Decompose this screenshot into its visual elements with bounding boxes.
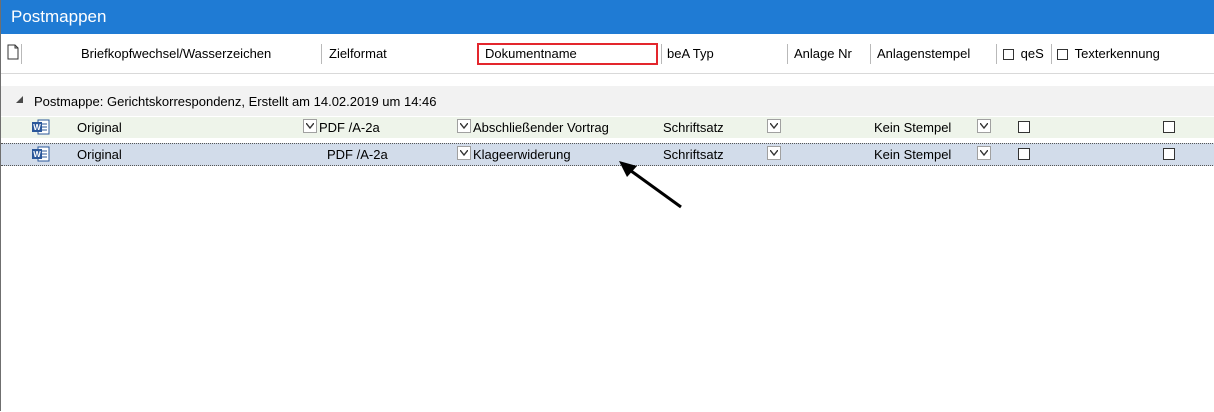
collapse-triangle-icon[interactable] bbox=[16, 96, 23, 103]
chevron-down-icon[interactable] bbox=[303, 119, 317, 133]
bea-typ-value[interactable]: Schriftsatz bbox=[663, 120, 724, 135]
dokumentname-value[interactable]: Abschließender Vortrag bbox=[473, 120, 609, 135]
word-document-icon: W bbox=[32, 146, 50, 162]
qes-header-checkbox[interactable] bbox=[1003, 49, 1014, 61]
group-label: Postmappe: Gerichtskorrespondenz, Erstel… bbox=[34, 94, 437, 109]
texterkennung-checkbox[interactable] bbox=[1163, 121, 1175, 133]
table-row[interactable]: W Original PDF /A-2a Klageerwiderung Sch… bbox=[1, 143, 1214, 166]
group-row[interactable]: Postmappe: Gerichtskorrespondenz, Erstel… bbox=[1, 86, 1214, 116]
col-bea-typ[interactable]: beA Typ bbox=[667, 44, 714, 64]
chevron-down-icon[interactable] bbox=[457, 119, 471, 133]
chevron-down-icon[interactable] bbox=[767, 146, 781, 160]
col-zielformat[interactable]: Zielformat bbox=[329, 44, 387, 64]
col-dokumentname[interactable]: Dokumentname bbox=[485, 44, 577, 64]
chevron-down-icon[interactable] bbox=[767, 119, 781, 133]
word-document-icon: W bbox=[32, 119, 50, 135]
col-texterkennung[interactable]: Texterkennung bbox=[1057, 44, 1160, 64]
chevron-down-icon[interactable] bbox=[457, 146, 471, 160]
texterkennung-header-checkbox[interactable] bbox=[1057, 49, 1068, 61]
col-qes-label: qeS bbox=[1020, 46, 1044, 61]
chevron-down-icon[interactable] bbox=[977, 119, 991, 133]
dokumentname-value[interactable]: Klageerwiderung bbox=[473, 147, 571, 162]
texterkennung-checkbox[interactable] bbox=[1163, 148, 1175, 160]
table-row[interactable]: W Original PDF /A-2a Abschließender Vort… bbox=[1, 117, 1214, 138]
zielformat-value[interactable]: PDF /A-2a bbox=[327, 147, 388, 162]
chevron-down-icon[interactable] bbox=[977, 146, 991, 160]
zielformat-value[interactable]: PDF /A-2a bbox=[319, 120, 380, 135]
col-anlagenstempel[interactable]: Anlagenstempel bbox=[877, 44, 970, 64]
panel-title: Postmappen bbox=[1, 0, 1214, 34]
anlagenstempel-value[interactable]: Kein Stempel bbox=[874, 147, 951, 162]
anlagenstempel-value[interactable]: Kein Stempel bbox=[874, 120, 951, 135]
svg-text:W: W bbox=[33, 150, 41, 159]
col-briefkopf[interactable]: Briefkopfwechsel/Wasserzeichen bbox=[81, 44, 271, 64]
col-texterkennung-label: Texterkennung bbox=[1074, 46, 1160, 61]
postmappen-panel: Postmappen Briefkopfwechsel/Wasserzeiche… bbox=[0, 0, 1214, 411]
column-header-row: Briefkopfwechsel/Wasserzeichen Zielforma… bbox=[1, 34, 1214, 74]
briefkopf-value[interactable]: Original bbox=[77, 147, 122, 162]
briefkopf-value[interactable]: Original bbox=[77, 120, 122, 135]
col-anlage-nr[interactable]: Anlage Nr bbox=[794, 44, 852, 64]
arrow-annotation-icon bbox=[619, 161, 682, 209]
qes-checkbox[interactable] bbox=[1018, 121, 1030, 133]
qes-checkbox[interactable] bbox=[1018, 148, 1030, 160]
svg-text:W: W bbox=[33, 123, 41, 132]
document-icon[interactable] bbox=[7, 44, 19, 64]
col-qes[interactable]: qeS bbox=[1003, 44, 1044, 64]
